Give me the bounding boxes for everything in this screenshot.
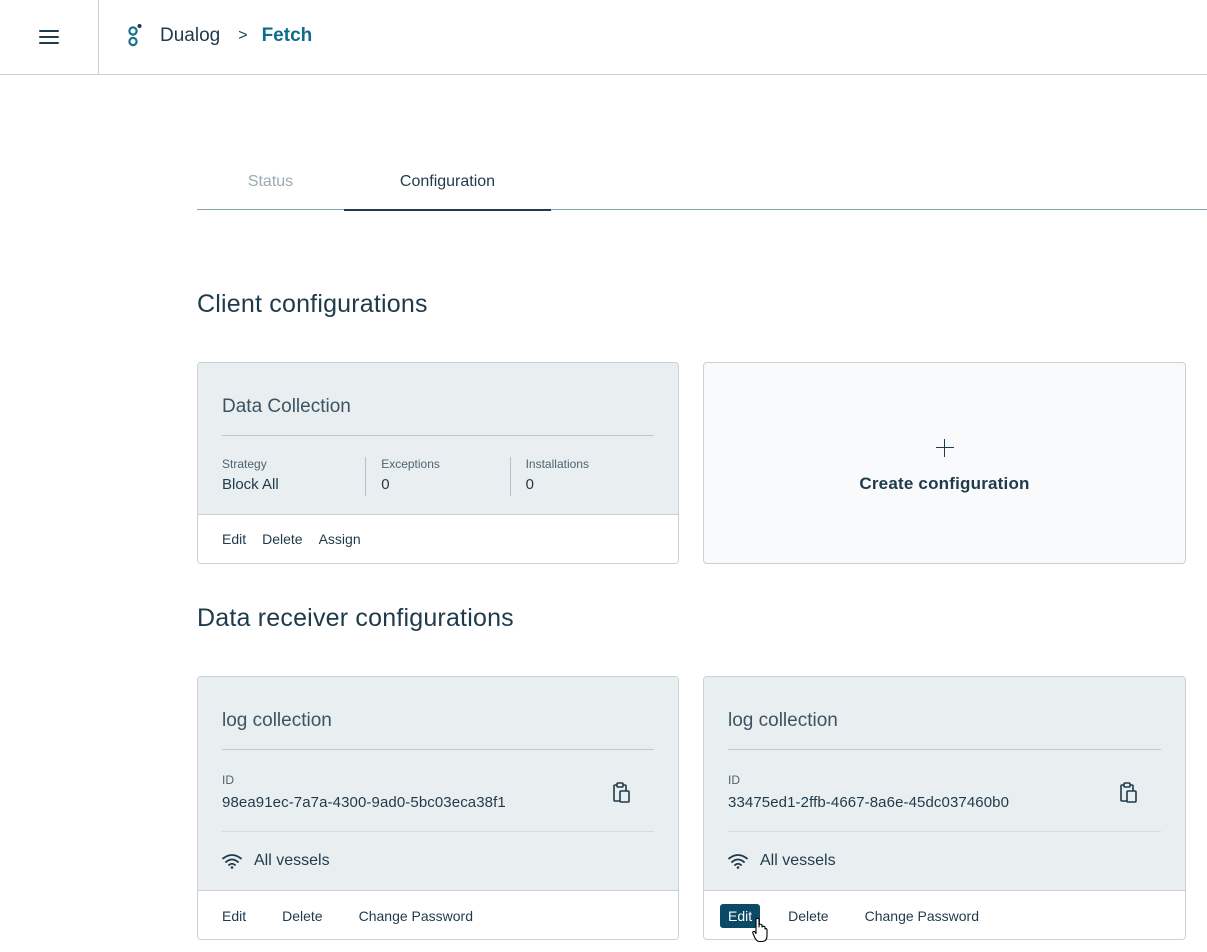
card-body: log collection ID 33475ed1-2ffb-4667-8a6… — [704, 677, 1185, 890]
receiver-config-card: log collection ID 33475ed1-2ffb-4667-8a6… — [703, 676, 1186, 940]
assign-button[interactable]: Assign — [311, 527, 369, 551]
stat-label: Installations — [525, 457, 589, 471]
copy-icon[interactable] — [612, 782, 632, 804]
id-label: ID — [222, 773, 234, 787]
wifi-icon — [222, 854, 242, 869]
change-password-button[interactable]: Change Password — [857, 904, 987, 928]
id-value: 33475ed1-2ffb-4667-8a6e-45dc037460b0 — [728, 794, 1010, 811]
stat-exceptions: Exceptions 0 — [365, 457, 509, 513]
copy-icon[interactable] — [1119, 782, 1139, 804]
tab-bar: Status Configuration — [197, 160, 1207, 211]
card-title: log collection — [222, 677, 654, 750]
card-actions: Edit Delete Change Password — [704, 890, 1185, 939]
change-password-button[interactable]: Change Password — [351, 904, 481, 928]
create-configuration-card[interactable]: Create configuration — [703, 362, 1186, 564]
tab-configuration[interactable]: Configuration — [344, 160, 551, 211]
stat-value: 0 — [525, 476, 534, 493]
vessels-info: All vessels — [728, 832, 1161, 890]
client-config-card: Data Collection Strategy Block All Excep… — [197, 362, 679, 564]
delete-button[interactable]: Delete — [254, 527, 310, 551]
dualog-logo-icon — [128, 24, 142, 47]
menu-icon — [39, 30, 59, 44]
card-body: Data Collection Strategy Block All Excep… — [198, 363, 678, 514]
wifi-icon — [728, 854, 748, 869]
breadcrumb-current[interactable]: Fetch — [262, 25, 313, 47]
id-label: ID — [728, 773, 740, 787]
delete-button[interactable]: Delete — [274, 904, 330, 928]
vessels-label: All vessels — [760, 852, 836, 869]
id-value: 98ea91ec-7a7a-4300-9ad0-5bc03eca38f1 — [222, 794, 506, 811]
edit-button[interactable]: Edit — [214, 527, 254, 551]
stat-value: Block All — [222, 476, 279, 493]
menu-button[interactable] — [0, 0, 99, 74]
stat-label: Exceptions — [381, 457, 440, 471]
data-receiver-configurations-title: Data receiver configurations — [197, 604, 514, 632]
top-bar: Dualog > Fetch — [0, 0, 1207, 75]
card-actions: Edit Delete Change Password — [198, 890, 678, 939]
breadcrumb-separator: > — [238, 27, 248, 44]
id-block: ID 33475ed1-2ffb-4667-8a6e-45dc037460b0 — [728, 750, 1161, 832]
vessels-label: All vessels — [254, 852, 330, 869]
tab-status[interactable]: Status — [197, 160, 344, 210]
card-stats: Strategy Block All Exceptions 0 Installa… — [222, 436, 654, 513]
breadcrumb-home[interactable]: Dualog — [160, 25, 220, 47]
stat-installations: Installations 0 — [509, 457, 654, 513]
id-block: ID 98ea91ec-7a7a-4300-9ad0-5bc03eca38f1 — [222, 750, 654, 832]
delete-button[interactable]: Delete — [780, 904, 836, 928]
stat-label: Strategy — [222, 457, 267, 471]
vessels-info: All vessels — [222, 832, 654, 890]
card-title: Data Collection — [222, 363, 654, 436]
plus-icon — [935, 438, 954, 457]
receiver-config-card: log collection ID 98ea91ec-7a7a-4300-9ad… — [197, 676, 679, 940]
breadcrumb: Dualog > Fetch — [126, 22, 312, 50]
edit-button[interactable]: Edit — [214, 904, 254, 928]
client-configurations-title: Client configurations — [197, 290, 428, 318]
card-body: log collection ID 98ea91ec-7a7a-4300-9ad… — [198, 677, 678, 890]
stat-strategy: Strategy Block All — [222, 457, 365, 513]
card-title: log collection — [728, 677, 1161, 750]
hand-cursor-icon — [752, 917, 768, 943]
create-configuration-label: Create configuration — [859, 473, 1030, 493]
stat-value: 0 — [381, 476, 390, 493]
card-actions: Edit Delete Assign — [198, 514, 678, 563]
